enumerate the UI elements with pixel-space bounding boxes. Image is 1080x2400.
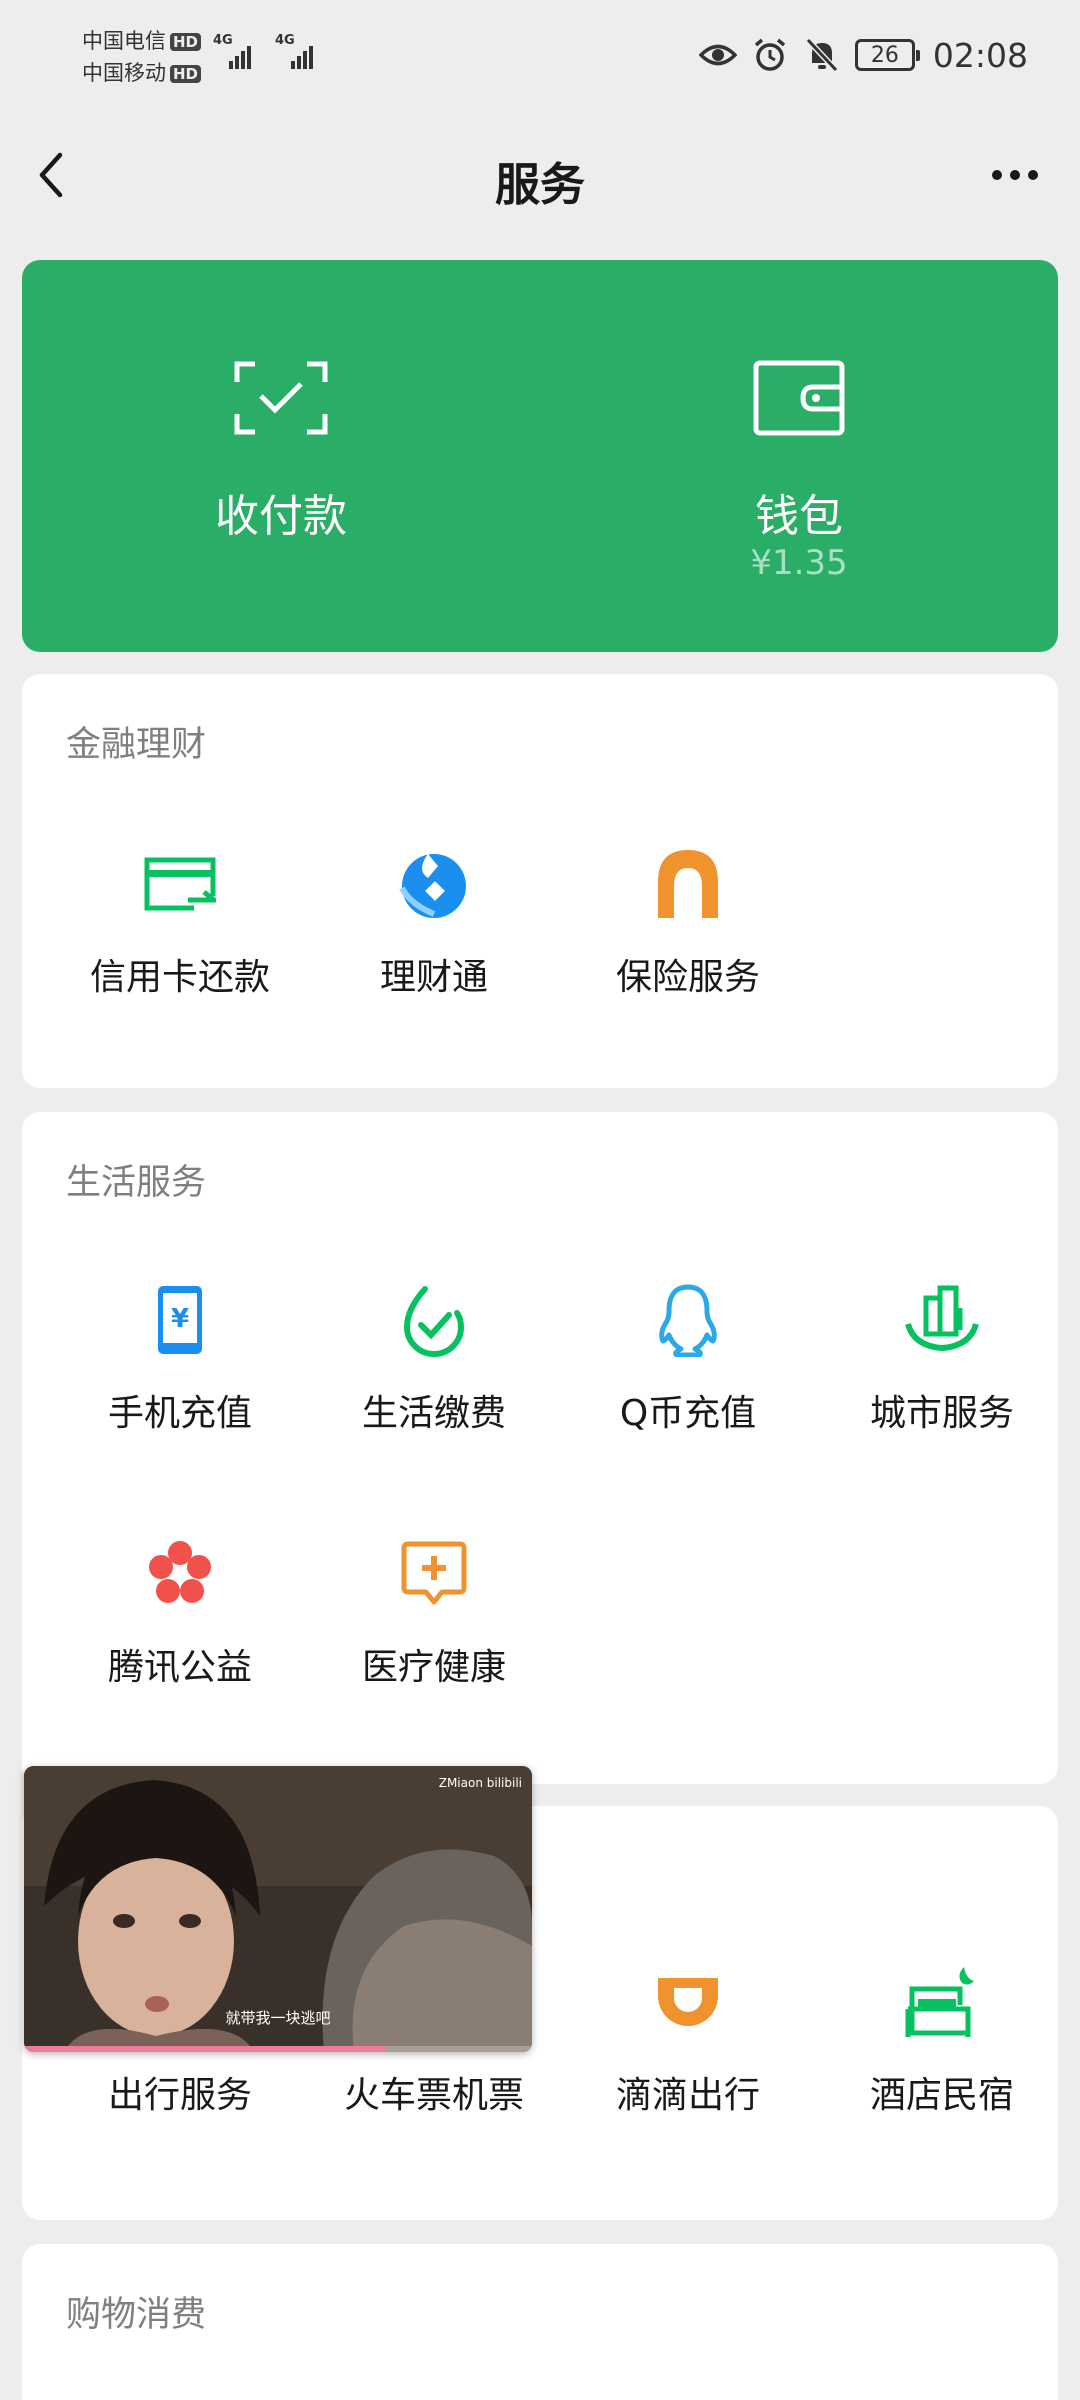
- section-title: 生活服务: [66, 1163, 207, 1203]
- wallet-balance: ¥1.35: [750, 543, 848, 583]
- more-button[interactable]: [980, 150, 1050, 200]
- tile-label: 城市服务: [869, 1393, 1014, 1434]
- tile-label: 理财通: [379, 957, 488, 998]
- scan-check-icon: [233, 360, 329, 440]
- status-bar: 中国电信 HD 中国移动 HD 4G 4G 26 02:08: [0, 0, 1080, 110]
- svg-text:¥: ¥: [171, 1304, 189, 1334]
- insurance-icon: [648, 844, 728, 924]
- pay-receive-button[interactable]: 收付款: [22, 260, 540, 652]
- tile-label: 腾讯公益: [107, 1647, 252, 1688]
- clock: 02:08: [932, 35, 1028, 75]
- medical-health-button[interactable]: 医疗健康: [307, 1534, 561, 1734]
- video-progress-bar: [24, 2046, 385, 2052]
- tile-label: 生活缴费: [361, 1393, 506, 1434]
- city-building-icon: [902, 1280, 982, 1360]
- tile-label: 手机充值: [107, 1393, 252, 1434]
- page-title: 服务: [494, 158, 585, 211]
- wallet-button[interactable]: 钱包 ¥1.35: [540, 260, 1058, 652]
- licaitong-icon: [394, 844, 474, 924]
- tile-label: 医疗健康: [361, 1647, 506, 1688]
- carrier-1: 中国电信 HD: [82, 25, 202, 55]
- more-dots-icon: [992, 170, 1038, 180]
- didi-button[interactable]: 滴滴出行: [561, 1962, 815, 2162]
- tencent-charity-button[interactable]: 腾讯公益: [53, 1534, 307, 1734]
- licaitong-button[interactable]: 理财通: [307, 844, 561, 1044]
- tile-label: 酒店民宿: [869, 2075, 1014, 2116]
- carrier-2: 中国移动 HD: [82, 57, 202, 87]
- wallet-icon: [753, 360, 845, 440]
- charity-flower-icon: [140, 1534, 220, 1614]
- medical-cross-icon: [394, 1534, 474, 1614]
- section-title: 金融理财: [66, 725, 207, 765]
- video-subtitle: 就带我一块逃吧: [225, 2009, 331, 2027]
- credit-card-repay-button[interactable]: 信用卡还款: [53, 844, 307, 1044]
- city-services-button[interactable]: 城市服务: [815, 1280, 1069, 1480]
- video-watermark: ZMiaon bilibili: [438, 1776, 522, 1790]
- utility-check-icon: [394, 1280, 474, 1360]
- tile-label: Q币充值: [619, 1393, 757, 1434]
- hotel-bed-icon: [902, 1962, 982, 2042]
- didi-icon: [648, 1962, 728, 2042]
- shopping-section: 购物消费: [22, 2244, 1058, 2400]
- nav-bar: 服务: [0, 120, 1080, 230]
- insurance-button[interactable]: 保险服务: [561, 844, 815, 1044]
- phone-topup-icon: ¥: [140, 1280, 220, 1360]
- hotel-button[interactable]: 酒店民宿: [815, 1962, 1069, 2162]
- wallet-label: 钱包: [755, 491, 843, 542]
- tile-label: 出行服务: [107, 2075, 252, 2116]
- qq-penguin-icon: [648, 1280, 728, 1360]
- eye-icon: [698, 36, 737, 74]
- tile-label: 信用卡还款: [89, 957, 270, 998]
- mute-bell-icon: [803, 36, 841, 74]
- mobile-topup-button[interactable]: ¥ 手机充值: [53, 1280, 307, 1480]
- battery-icon: 26: [854, 39, 920, 71]
- tile-label: 火车票机票: [343, 2075, 524, 2116]
- pay-receive-label: 收付款: [215, 491, 347, 542]
- q-coin-topup-button[interactable]: Q币充值: [561, 1280, 815, 1480]
- tile-label: 保险服务: [615, 957, 760, 998]
- alarm-icon: [751, 36, 789, 74]
- section-title: 购物消费: [66, 2295, 207, 2335]
- finance-section: 金融理财 信用卡还款 理财通 保险服务: [22, 674, 1058, 1088]
- wallet-card: 收付款 钱包 ¥1.35: [22, 260, 1058, 652]
- tile-label: 滴滴出行: [615, 2075, 760, 2116]
- floating-video-player[interactable]: ZMiaon bilibili 就带我一块逃吧: [24, 1766, 532, 2052]
- utility-payment-button[interactable]: 生活缴费: [307, 1280, 561, 1480]
- life-section: 生活服务 ¥ 手机充值 生活缴费 Q币充值 城市服务 腾讯公益 医疗健康: [22, 1112, 1058, 1784]
- credit-card-icon: [140, 844, 220, 924]
